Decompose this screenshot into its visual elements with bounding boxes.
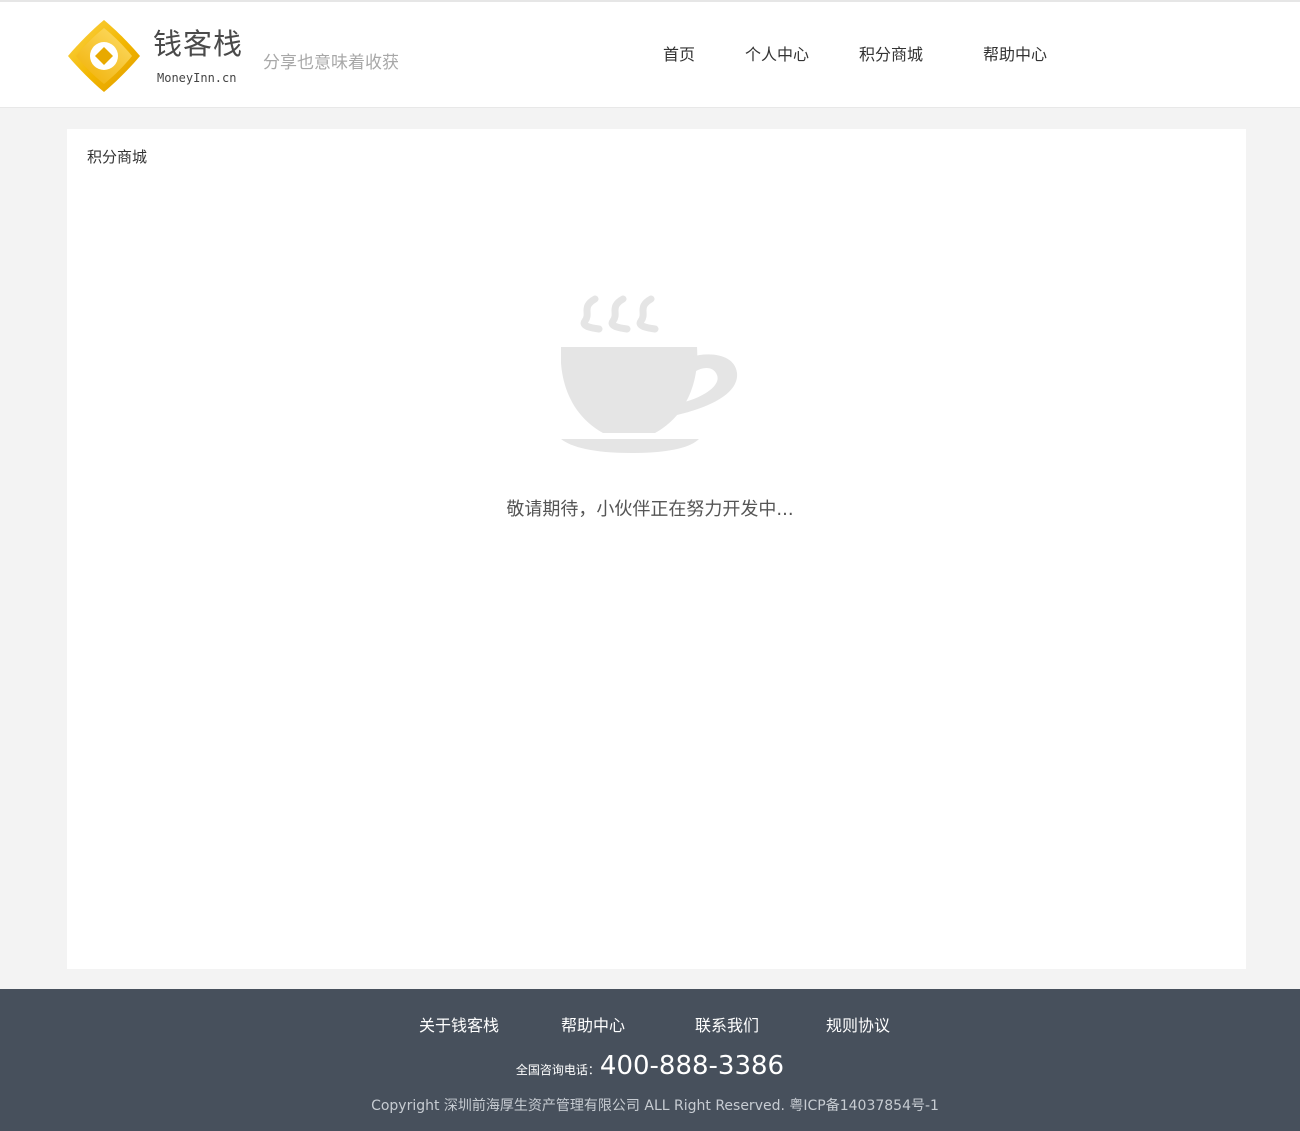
brand-domain: MoneyInn.cn (157, 71, 237, 85)
logo-link[interactable]: 钱客栈 MoneyInn.cn (66, 16, 246, 96)
coming-soon-message: 敬请期待，小伙伴正在努力开发中... (506, 499, 794, 520)
footer-link-rules[interactable]: 规则协议 (826, 1018, 890, 1034)
footer-link-help[interactable]: 帮助中心 (561, 1018, 625, 1034)
coffee-cup-icon (561, 295, 738, 453)
nav-personal-center[interactable]: 个人中心 (745, 47, 809, 63)
nav-points-mall[interactable]: 积分商城 (859, 47, 923, 63)
footer-link-contact[interactable]: 联系我们 (695, 1018, 759, 1034)
nav-help-center[interactable]: 帮助中心 (983, 47, 1047, 63)
brand-name: 钱客栈 (153, 27, 244, 61)
content-panel: 积分商城 敬请期待，小伙伴正在努力开发中... (67, 129, 1246, 969)
page-title: 积分商城 (87, 148, 148, 166)
slogan: 分享也意味着收获 (263, 53, 399, 73)
site-header: 钱客栈 MoneyInn.cn 分享也意味着收获 首页 个人中心 积分商城 帮助… (0, 2, 1300, 108)
hotline-label: 全国咨询电话： (515, 1063, 600, 1077)
site-footer: 关于钱客栈 帮助中心 联系我们 规则协议 全国咨询电话：400-888-3386… (0, 989, 1300, 1131)
footer-link-about[interactable]: 关于钱客栈 (419, 1018, 499, 1034)
coin-logo-icon (68, 20, 140, 92)
nav-home[interactable]: 首页 (663, 47, 695, 63)
hotline: 全国咨询电话：400-888-3386 (0, 1051, 1300, 1081)
copyright: Copyright 深圳前海厚生资产管理有限公司 ALL Right Reser… (371, 1098, 939, 1114)
hotline-number: 400-888-3386 (599, 1051, 785, 1081)
